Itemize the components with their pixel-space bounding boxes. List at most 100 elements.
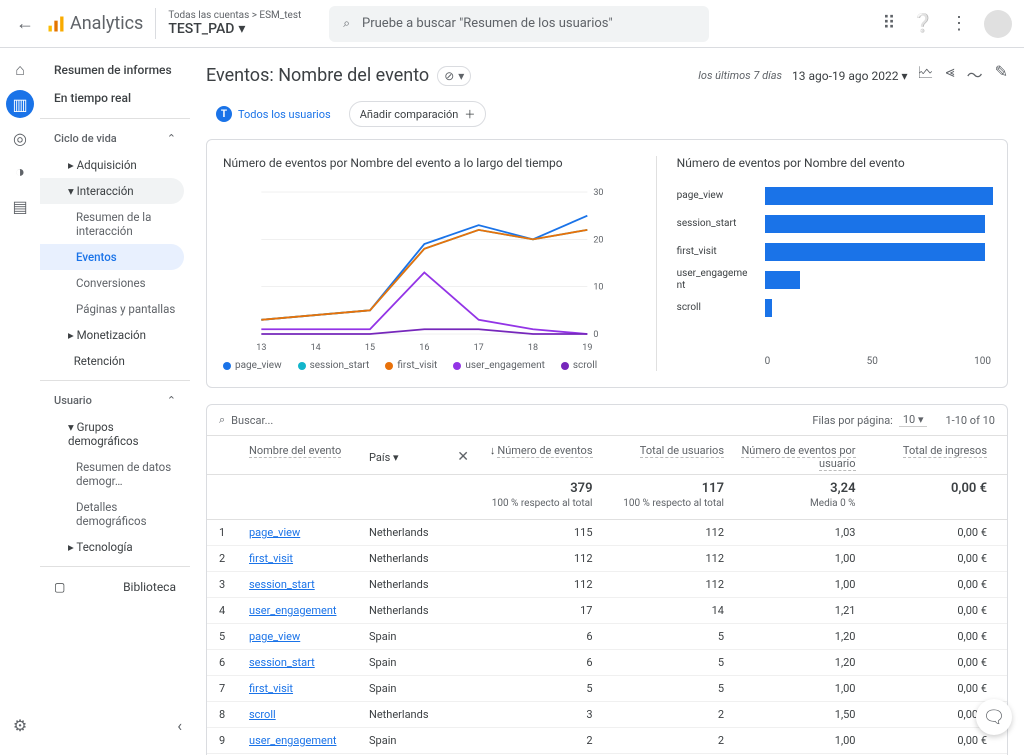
logo-text: Analytics bbox=[70, 13, 143, 34]
sidebar-item-paginas[interactable]: Páginas y pantallas bbox=[40, 296, 190, 322]
nav-rail: ⌂ ▥ ◎ ◑ ▤ ⚙ bbox=[0, 48, 40, 755]
collapse-sidebar-icon[interactable]: ‹ bbox=[177, 716, 182, 735]
rail-reports-icon[interactable]: ▥ bbox=[6, 90, 34, 118]
svg-text:30: 30 bbox=[593, 188, 603, 198]
account-name: TEST_PAD bbox=[168, 21, 234, 37]
table-card: ⌕Buscar... Filas por página: 10 ▾ 1-10 o… bbox=[206, 404, 1008, 755]
svg-text:19: 19 bbox=[582, 343, 592, 352]
charts-card: Número de eventos por Nombre del evento … bbox=[206, 139, 1008, 388]
event-link[interactable]: user_engagement bbox=[249, 734, 337, 747]
rows-per-page-select[interactable]: 10 ▾ bbox=[899, 413, 928, 427]
sidebar-item-conversiones[interactable]: Conversiones bbox=[40, 270, 190, 296]
account-path: Todas las cuentas > ESM_test bbox=[168, 10, 301, 21]
event-link[interactable]: session_start bbox=[249, 656, 315, 669]
analytics-logo-icon bbox=[46, 14, 66, 34]
sidebar-item-resumen[interactable]: Resumen de informes bbox=[40, 56, 190, 84]
bar-chart: page_viewsession_startfirst_visituser_en… bbox=[677, 182, 991, 352]
th-nombre[interactable]: Nombre del evento bbox=[249, 444, 341, 458]
pencil-slash-icon: ⊘ bbox=[444, 69, 454, 83]
event-link[interactable]: scroll bbox=[249, 708, 276, 721]
th-total-usuarios[interactable]: Total de usuarios bbox=[640, 444, 724, 458]
help-icon[interactable]: ❔ bbox=[912, 13, 934, 34]
table-row: 1 page_view Netherlands 115 112 1,03 0,0… bbox=[207, 520, 1007, 546]
rail-settings-icon[interactable]: ⚙ bbox=[6, 711, 34, 739]
avatar[interactable] bbox=[984, 10, 1012, 38]
sidebar-section-usuario[interactable]: Usuario⌃ bbox=[40, 387, 190, 414]
event-link[interactable]: session_start bbox=[249, 578, 315, 591]
event-link[interactable]: first_visit bbox=[249, 682, 293, 695]
date-range-selector[interactable]: 13 ago-19 ago 2022 ▾ bbox=[792, 69, 907, 83]
sidebar-item-resumen-demo[interactable]: Resumen de datos demogr… bbox=[40, 454, 190, 494]
sidebar-item-monetizacion[interactable]: ▸ Monetización bbox=[40, 322, 190, 348]
rows-range-label: 1-10 of 10 bbox=[945, 414, 995, 427]
share-icon[interactable]: ⪡ bbox=[946, 62, 955, 89]
svg-text:0: 0 bbox=[593, 330, 598, 340]
event-link[interactable]: user_engagement bbox=[249, 604, 337, 617]
sidebar-item-detalles-demo[interactable]: Detalles demográficos bbox=[40, 494, 190, 534]
sidebar-item-tiempo-real[interactable]: En tiempo real bbox=[40, 84, 190, 112]
table-row: 3 session_start Netherlands 112 112 1,00… bbox=[207, 572, 1007, 598]
bar-chart-axis: 050100 bbox=[677, 356, 991, 367]
edit-pencil-icon[interactable]: ✎ bbox=[995, 62, 1008, 89]
all-users-badge-icon: T bbox=[216, 106, 232, 122]
apps-grid-icon[interactable]: ⠿ bbox=[882, 13, 895, 34]
chevron-down-icon: ▾ bbox=[238, 21, 245, 37]
rail-configure-icon[interactable]: ▤ bbox=[6, 192, 34, 220]
content-area: Eventos: Nombre del evento ⊘▾ los último… bbox=[190, 48, 1024, 755]
sidebar-item-biblioteca[interactable]: ▢ Biblioteca bbox=[40, 573, 190, 601]
sidebar-item-tecnologia[interactable]: ▸ Tecnología bbox=[40, 534, 190, 560]
chat-fab-icon[interactable]: 🗨 bbox=[976, 699, 1012, 735]
customize-icon[interactable]: 🗠 bbox=[917, 62, 933, 89]
th-eventos-usuario[interactable]: Número de eventos por usuario bbox=[741, 444, 855, 471]
th-num-eventos[interactable]: Número de eventos bbox=[497, 444, 592, 458]
table-row: 9 user_engagement Spain 2 2 1,00 0,00 € bbox=[207, 728, 1007, 754]
rail-explore-icon[interactable]: ◎ bbox=[6, 124, 34, 152]
app-header: ← Analytics Todas las cuentas > ESM_test… bbox=[0, 0, 1024, 48]
date-preset-label: los últimos 7 días bbox=[698, 69, 782, 82]
logo[interactable]: Analytics bbox=[46, 13, 143, 34]
sidebar-item-eventos[interactable]: Eventos bbox=[40, 244, 184, 270]
table-row: 6 session_start Spain 6 5 1,20 0,00 € bbox=[207, 650, 1007, 676]
sidebar-section-ciclo[interactable]: Ciclo de vida⌃ bbox=[40, 125, 190, 152]
more-vert-icon[interactable]: ⋮ bbox=[950, 13, 968, 34]
table-search[interactable]: ⌕Buscar... bbox=[219, 413, 804, 427]
title-edit-dropdown[interactable]: ⊘▾ bbox=[437, 66, 471, 86]
rows-per-page-label: Filas por página: bbox=[812, 414, 892, 427]
insights-icon[interactable]: 〜 bbox=[967, 62, 983, 89]
event-link[interactable]: page_view bbox=[249, 630, 300, 643]
sidebar-item-resumen-interaccion[interactable]: Resumen de la interacción bbox=[40, 204, 190, 244]
th-pais[interactable]: País ▾ bbox=[369, 451, 399, 464]
chip-add-comparison[interactable]: Añadir comparación＋ bbox=[349, 101, 487, 127]
chevron-up-icon: ⌃ bbox=[167, 132, 176, 145]
sidebar-item-retencion[interactable]: Retención bbox=[40, 348, 190, 374]
search-icon: ⌕ bbox=[343, 16, 350, 31]
table-row: 2 first_visit Netherlands 112 112 1,00 0… bbox=[207, 546, 1007, 572]
sidebar-item-adquisicion[interactable]: ▸ Adquisición bbox=[40, 152, 190, 178]
line-chart-title: Número de eventos por Nombre del evento … bbox=[223, 156, 632, 170]
remove-dimension-icon[interactable]: ✕ bbox=[457, 449, 469, 465]
bar-chart-title: Número de eventos por Nombre del evento bbox=[677, 156, 991, 170]
account-selector[interactable]: Todas las cuentas > ESM_test TEST_PAD▾ bbox=[155, 8, 313, 39]
svg-text:13: 13 bbox=[256, 343, 266, 352]
search-bar[interactable]: ⌕ Pruebe a buscar "Resumen de los usuari… bbox=[329, 6, 709, 42]
sidebar-item-interaccion[interactable]: ▾ Interacción bbox=[40, 178, 184, 204]
svg-text:16: 16 bbox=[419, 343, 429, 352]
search-placeholder: Pruebe a buscar "Resumen de los usuarios… bbox=[362, 16, 613, 31]
line-chart-legend: page_viewsession_startfirst_visituser_en… bbox=[223, 360, 632, 371]
chip-all-users[interactable]: TTodos los usuarios bbox=[206, 102, 341, 126]
event-link[interactable]: first_visit bbox=[249, 552, 293, 565]
back-arrow-icon[interactable]: ← bbox=[12, 9, 38, 38]
table-row: 7 first_visit Spain 5 5 1,00 0,00 € bbox=[207, 676, 1007, 702]
rail-ads-icon[interactable]: ◑ bbox=[6, 158, 34, 186]
svg-text:15: 15 bbox=[365, 343, 375, 352]
table-row: 8 scroll Netherlands 3 2 1,50 0,00 € bbox=[207, 702, 1007, 728]
chevron-up-icon: ⌃ bbox=[167, 394, 176, 407]
rail-home-icon[interactable]: ⌂ bbox=[6, 56, 34, 84]
event-link[interactable]: page_view bbox=[249, 526, 300, 539]
svg-text:17: 17 bbox=[474, 343, 484, 352]
sidebar-item-grupos[interactable]: ▾ Grupos demográficos bbox=[40, 414, 190, 454]
line-chart: 010203013ago141516171819 bbox=[223, 182, 632, 352]
svg-text:10: 10 bbox=[593, 283, 603, 293]
search-icon: ⌕ bbox=[219, 413, 225, 427]
th-total-ingresos[interactable]: Total de ingresos bbox=[903, 444, 987, 458]
